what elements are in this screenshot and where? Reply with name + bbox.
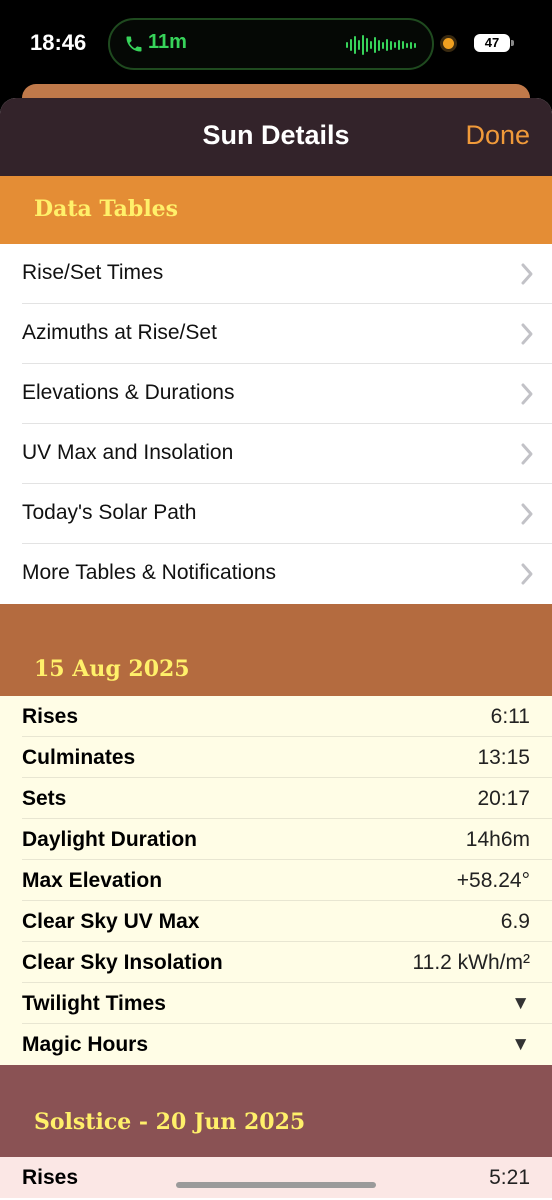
section-title: Data Tables (34, 196, 179, 222)
row-value: 6:11 (490, 705, 530, 728)
privacy-indicator-icon (443, 38, 454, 49)
section-header-today: 15 Aug 2025 (0, 604, 552, 696)
table-row: Rises 6:11 (22, 696, 552, 737)
chevron-right-icon (521, 563, 533, 585)
row-label: Rises (22, 1166, 79, 1189)
chevron-right-icon (521, 503, 533, 525)
audio-waveform-icon (346, 34, 416, 56)
dynamic-island-call[interactable]: 11m (108, 18, 434, 70)
menu-item-label: Azimuths at Rise/Set (22, 321, 217, 344)
row-label: Magic Hours (22, 1033, 149, 1056)
nav-bar: Sun Details Done (0, 98, 552, 176)
menu-item-uv-insolation[interactable]: UV Max and Insolation (22, 424, 552, 484)
table-row: Rises 5:21 (22, 1157, 552, 1198)
chevron-right-icon (521, 443, 533, 465)
solstice-data-table: Rises 5:21 (0, 1157, 552, 1198)
row-label: Daylight Duration (22, 828, 198, 851)
section-title: 15 Aug 2025 (34, 656, 190, 682)
call-duration: 11m (148, 31, 187, 53)
row-label: Twilight Times (22, 992, 166, 1015)
menu-item-label: More Tables & Notifications (22, 561, 277, 584)
menu-item-elevations-durations[interactable]: Elevations & Durations (22, 364, 552, 424)
row-value: 14h6m (465, 828, 530, 851)
row-value: 20:17 (477, 787, 530, 810)
phone-icon (126, 36, 142, 52)
menu-item-label: Today's Solar Path (22, 501, 197, 524)
table-row: Max Elevation +58.24° (22, 860, 552, 901)
section-title: Solstice - 20 Jun 2025 (34, 1109, 306, 1135)
row-value: +58.24° (456, 869, 530, 892)
magic-hours-row[interactable]: Magic Hours ▼ (22, 1024, 552, 1065)
row-label: Clear Sky UV Max (22, 910, 200, 933)
table-row: Daylight Duration 14h6m (22, 819, 552, 860)
table-row: Clear Sky Insolation 11.2 kWh/m² (22, 942, 552, 983)
chevron-right-icon (521, 383, 533, 405)
section-header-data-tables: Data Tables (0, 176, 552, 244)
menu-item-label: UV Max and Insolation (22, 441, 234, 464)
menu-item-rise-set-times[interactable]: Rise/Set Times (22, 244, 552, 304)
row-label: Rises (22, 705, 79, 728)
done-button[interactable]: Done (465, 120, 530, 151)
table-row: Culminates 13:15 (22, 737, 552, 778)
row-value: 6.9 (500, 910, 530, 933)
table-row: Sets 20:17 (22, 778, 552, 819)
data-tables-list: Rise/Set Times Azimuths at Rise/Set Elev… (0, 244, 552, 604)
battery-indicator: 47 (474, 34, 514, 52)
expand-triangle-icon[interactable]: ▼ (511, 993, 530, 1015)
twilight-times-row[interactable]: Twilight Times ▼ (22, 983, 552, 1024)
today-data-table: Rises 6:11 Culminates 13:15 Sets 20:17 D… (0, 696, 552, 1065)
home-indicator[interactable] (176, 1182, 376, 1188)
menu-item-solar-path[interactable]: Today's Solar Path (22, 484, 552, 544)
expand-triangle-icon[interactable]: ▼ (511, 1034, 530, 1056)
row-value: 11.2 kWh/m² (412, 951, 530, 974)
menu-item-label: Elevations & Durations (22, 381, 235, 404)
status-bar: 18:46 11m 47 (0, 0, 552, 90)
menu-item-label: Rise/Set Times (22, 261, 164, 284)
menu-item-more-tables[interactable]: More Tables & Notifications (22, 544, 552, 604)
menu-item-azimuths[interactable]: Azimuths at Rise/Set (22, 304, 552, 364)
section-header-solstice: Solstice - 20 Jun 2025 (0, 1065, 552, 1157)
row-value: 13:15 (477, 746, 530, 769)
row-label: Clear Sky Insolation (22, 951, 223, 974)
sun-details-sheet: Sun Details Done Data Tables Rise/Set Ti… (0, 98, 552, 1200)
chevron-right-icon (521, 323, 533, 345)
status-time: 18:46 (30, 30, 87, 55)
table-row: Clear Sky UV Max 6.9 (22, 901, 552, 942)
row-label: Culminates (22, 746, 136, 769)
chevron-right-icon (521, 263, 533, 285)
row-label: Max Elevation (22, 869, 163, 892)
row-value: 5:21 (489, 1166, 530, 1189)
row-label: Sets (22, 787, 67, 810)
